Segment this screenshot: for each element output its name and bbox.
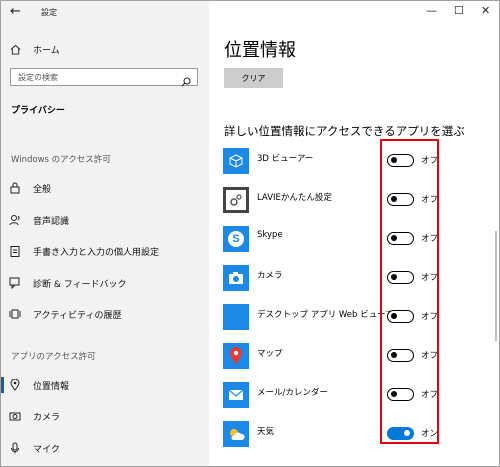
sidebar-item-label: カメラ	[33, 412, 61, 423]
camera-icon	[223, 265, 249, 291]
camera-icon	[9, 410, 21, 422]
app-row-mail-calendar: メール/カレンダー オフ	[223, 382, 493, 408]
search-placeholder: 設定の検索	[18, 73, 58, 82]
page-title: 位置情報	[224, 40, 296, 61]
sidebar-item-diagnostics[interactable]: 診断 & フィードバック	[1, 273, 209, 293]
mail-icon	[223, 382, 249, 408]
sidebar-item-label: 位置情報	[33, 381, 70, 392]
app-row-camera: カメラ オフ	[223, 265, 493, 291]
maximize-button[interactable]: ☐	[454, 4, 464, 17]
sidebar-item-label: マイク	[33, 444, 60, 455]
section-title-privacy: プライバシー	[11, 106, 65, 116]
app-name: Skype	[257, 230, 283, 240]
app-row-weather: 天気 オン	[223, 421, 493, 447]
sidebar-item-microphone[interactable]: マイク	[1, 438, 209, 458]
sidebar-item-label: 診断 & フィードバック	[33, 279, 127, 290]
sidebar: ← 設定 ホーム 設定の検索 プライバシー Windows のアクセス許可 全般	[1, 1, 209, 466]
sidebar-item-speech[interactable]: 音声認識	[1, 210, 209, 230]
skype-icon: S	[223, 226, 249, 252]
sidebar-item-label: 全般	[33, 184, 52, 195]
app-row-skype: S Skype オフ	[223, 226, 493, 252]
clipboard-icon	[9, 245, 21, 257]
sidebar-item-general[interactable]: 全般	[1, 178, 209, 198]
title-bar: ← 設定	[1, 1, 209, 25]
settings-window: ← 設定 ホーム 設定の検索 プライバシー Windows のアクセス許可 全般	[0, 0, 500, 467]
home-icon	[9, 43, 21, 55]
clear-history-button[interactable]: クリア	[224, 68, 283, 88]
home-label: ホーム	[33, 45, 60, 56]
lock-icon	[9, 182, 21, 194]
sidebar-item-activity-history[interactable]: アクティビティの履歴	[1, 304, 209, 324]
app-name: 天気	[257, 427, 275, 437]
app-name: マップ	[257, 349, 283, 359]
sidebar-item-label: アクティビティの履歴	[33, 310, 122, 321]
feedback-icon	[9, 277, 21, 289]
main-pane: — ☐ ✕ 位置情報 クリア 詳しい位置情報にアクセスできるアプリを選ぶ 3D …	[209, 1, 499, 466]
app-row-lavie: LAVIEかんたん設定 オフ	[223, 187, 493, 213]
settings-search-input[interactable]: 設定の検索	[10, 68, 198, 87]
gear-icon	[223, 187, 249, 213]
app-name: メール/カレンダー	[257, 388, 328, 398]
app-name: カメラ	[257, 271, 283, 281]
app-name: 3D ビューアー	[257, 154, 314, 164]
web-viewer-icon	[223, 304, 249, 330]
sidebar-item-location[interactable]: 位置情報	[1, 375, 209, 395]
app-row-web-viewer: デスクトップ アプリ Web ビューアー オフ	[223, 304, 493, 330]
sidebar-item-label: 手書き入力と入力の個人用設定	[33, 247, 160, 258]
3d-viewer-icon	[223, 148, 249, 174]
microphone-icon	[9, 442, 21, 454]
sidebar-item-handwriting[interactable]: 手書き入力と入力の個人用設定	[1, 241, 209, 261]
highlight-box	[380, 139, 439, 444]
app-name: LAVIEかんたん設定	[257, 193, 332, 203]
app-permissions-heading: アプリのアクセス許可	[11, 352, 96, 362]
windows-permissions-heading: Windows のアクセス許可	[11, 155, 111, 165]
search-icon[interactable]	[181, 72, 191, 87]
minimize-button[interactable]: —	[426, 4, 437, 17]
history-icon	[9, 308, 21, 320]
weather-icon	[223, 421, 249, 447]
sidebar-item-camera[interactable]: カメラ	[1, 406, 209, 426]
vertical-scrollbar[interactable]	[495, 231, 497, 341]
close-button[interactable]: ✕	[481, 4, 490, 17]
app-row-maps: マップ オフ	[223, 343, 493, 369]
window-title: 設定	[41, 8, 57, 17]
home-link[interactable]: ホーム	[1, 39, 209, 59]
app-row-3d-viewer: 3D ビューアー オフ	[223, 148, 493, 174]
location-icon	[9, 379, 21, 391]
speech-icon	[9, 214, 21, 226]
map-pin-icon	[223, 343, 249, 369]
back-arrow-icon[interactable]: ←	[10, 5, 24, 19]
sidebar-item-label: 音声認識	[33, 216, 70, 227]
app-list-heading: 詳しい位置情報にアクセスできるアプリを選ぶ	[224, 124, 465, 138]
